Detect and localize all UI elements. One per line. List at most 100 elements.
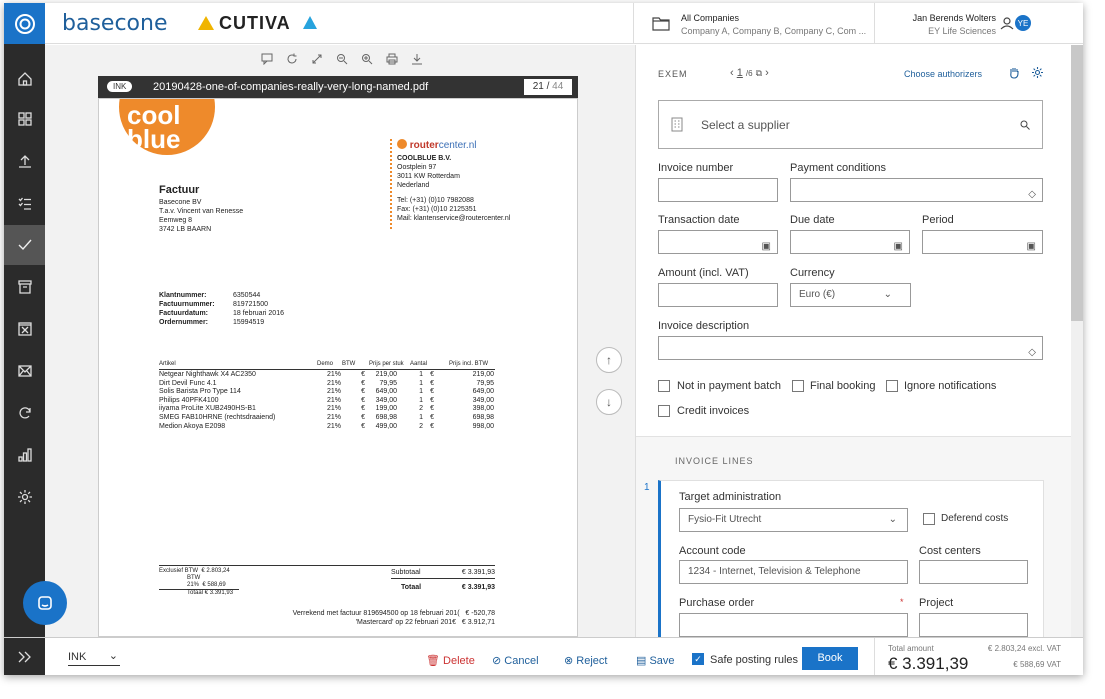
safe-posting-checkbox[interactable]: ✓ <box>692 653 704 665</box>
settings-icon[interactable] <box>4 477 45 517</box>
transaction-date-label: Transaction date <box>658 214 740 226</box>
credit-invoices-checkbox[interactable] <box>658 405 670 417</box>
rejected-icon[interactable] <box>4 309 45 349</box>
project-input[interactable] <box>919 613 1028 637</box>
currency-label: Currency <box>790 267 835 279</box>
rotate-icon[interactable] <box>286 53 298 68</box>
currency-select[interactable]: Euro (€) ⌄ <box>790 283 911 307</box>
table-row: Solis Barista Pro Type 114 21% €649,00 1 €64… <box>159 388 494 396</box>
payment-conditions-input[interactable]: ◇ <box>790 178 1043 202</box>
reject-icon: ⊗ <box>564 655 574 667</box>
comment-icon[interactable] <box>261 53 273 68</box>
booking-form: EXEM ‹ 1 /6 ⧉ › Choose authorizers Selec… <box>635 45 1072 638</box>
period-label: Period <box>922 214 954 226</box>
top-bar: basecone CUTIVA All Companies Company A,… <box>45 3 1083 44</box>
sidebar <box>4 3 67 675</box>
invoice-number-input[interactable] <box>658 178 778 202</box>
supplier-select[interactable]: Select a supplier <box>658 100 1043 149</box>
due-date-input[interactable]: ▣ <box>790 230 910 254</box>
checklist-icon[interactable] <box>4 183 45 223</box>
hand-icon[interactable] <box>1008 66 1020 79</box>
page-counter[interactable]: 21 / 44 <box>524 79 572 95</box>
cutiva-triangle-blue-icon <box>303 16 317 29</box>
dashboard-icon[interactable] <box>4 99 45 139</box>
scrollbar-thumb[interactable] <box>1071 45 1083 321</box>
not-in-payment-batch-checkbox[interactable] <box>658 380 670 392</box>
user-menu[interactable]: Jan Berends Wolters EY Life Sciences YE <box>874 3 1083 44</box>
download-icon[interactable] <box>411 53 423 68</box>
table-row: Medion Akoya E2098 21% €499,00 2 €998,00 <box>159 422 494 430</box>
calendar-icon[interactable]: ▣ <box>894 236 903 258</box>
not-in-payment-batch-label: Not in payment batch <box>677 380 781 392</box>
calendar-icon[interactable]: ▣ <box>762 236 771 258</box>
page-current: 21 <box>532 81 544 92</box>
prev-document-button[interactable]: ↑ <box>596 347 622 373</box>
description-input[interactable]: ◇ <box>658 336 1043 360</box>
print-icon[interactable] <box>386 53 398 68</box>
cutiva-triangle-icon <box>198 16 214 30</box>
fullscreen-icon[interactable] <box>311 53 323 68</box>
chat-support-icon[interactable] <box>23 581 67 625</box>
payment-conditions-label: Payment conditions <box>790 162 886 174</box>
zoom-in-icon[interactable] <box>361 53 373 68</box>
pager[interactable]: ‹ 1 /6 ⧉ › <box>730 67 769 79</box>
save-icon: ▤ <box>636 655 647 667</box>
transaction-date-input[interactable]: ▣ <box>658 230 778 254</box>
user-org: EY Life Sciences <box>928 26 996 36</box>
upload-icon[interactable] <box>4 141 45 181</box>
line-number: 1 <box>644 482 650 493</box>
purchase-order-input[interactable] <box>679 613 908 637</box>
sync-icon[interactable] <box>4 393 45 433</box>
vat-summary: Exclusief BTW € 2.803,24 BTW 21% € 588,6… <box>159 568 239 597</box>
arrow-down-icon: ↓ <box>606 395 612 409</box>
building-icon <box>671 117 683 132</box>
home-icon[interactable] <box>4 59 45 99</box>
account-code-label: Account code <box>679 545 746 557</box>
book-button[interactable]: Book <box>802 647 858 670</box>
user-name: Jan Berends Wolters <box>912 13 996 23</box>
page-total: 44 <box>552 81 564 92</box>
period-input[interactable]: ▣ <box>922 230 1043 254</box>
deferred-costs-checkbox[interactable] <box>923 513 935 525</box>
approve-icon[interactable] <box>4 225 45 265</box>
avatar[interactable]: YE <box>1015 15 1031 31</box>
supplier-placeholder: Select a supplier <box>701 118 790 132</box>
cost-centers-input[interactable] <box>919 560 1028 584</box>
table-row: iiyama ProLite XUB2490HS-B1 21% €199,00 2 €3… <box>159 405 494 413</box>
expand-icon[interactable] <box>17 650 33 664</box>
target-admin-select[interactable]: Fysio-Fit Utrecht ⌄ <box>679 508 908 532</box>
verrekend-1: Verrekend met factuur 819694500 op 18 fe… <box>292 610 495 617</box>
next-document-button[interactable]: ↓ <box>596 389 622 415</box>
gear-icon[interactable] <box>1031 66 1044 79</box>
reports-icon[interactable] <box>4 435 45 475</box>
account-code-input[interactable]: 1234 - Internet, Television & Telephone <box>679 560 908 584</box>
company-title: All Companies <box>681 13 740 23</box>
zoom-out-icon[interactable] <box>336 53 348 68</box>
delete-button[interactable]: 🗑 Delete <box>426 654 475 667</box>
save-button[interactable]: ▤ Save <box>636 654 675 667</box>
tag-icon: ◇ <box>1028 189 1036 200</box>
ignore-notifications-checkbox[interactable] <box>886 380 898 392</box>
partner-logo: CUTIVA <box>219 13 291 33</box>
calendar-icon[interactable]: ▣ <box>1027 236 1036 258</box>
archive-icon[interactable] <box>4 267 45 307</box>
mail-icon[interactable] <box>4 351 45 391</box>
total: Totaal € 3.391,93 <box>401 584 495 591</box>
due-date-label: Due date <box>790 214 835 226</box>
doc-title: Factuur <box>159 184 200 196</box>
meta-labels: Klantnummer: Factuurnummer: Factuurdatum: O… <box>159 292 215 326</box>
description-label: Invoice description <box>658 320 750 332</box>
ink-value: INK <box>68 651 87 663</box>
ink-selector[interactable]: INK ⌄ <box>68 650 120 666</box>
reject-button[interactable]: ⊗ Reject <box>564 654 607 667</box>
required-mark: * <box>900 597 904 607</box>
cancel-button[interactable]: ⊘ Cancel <box>492 654 539 667</box>
choose-authorizers-link[interactable]: Choose authorizers <box>904 69 982 79</box>
app-logo-icon[interactable] <box>4 3 45 44</box>
subtotal: Subtotaal € 3.391,93 <box>391 569 495 576</box>
amount-input[interactable] <box>658 283 778 307</box>
cost-centers-label: Cost centers <box>919 545 981 557</box>
brand-logo[interactable]: basecone <box>62 11 167 36</box>
final-booking-checkbox[interactable] <box>792 380 804 392</box>
form-scrollbar[interactable] <box>1071 45 1083 637</box>
